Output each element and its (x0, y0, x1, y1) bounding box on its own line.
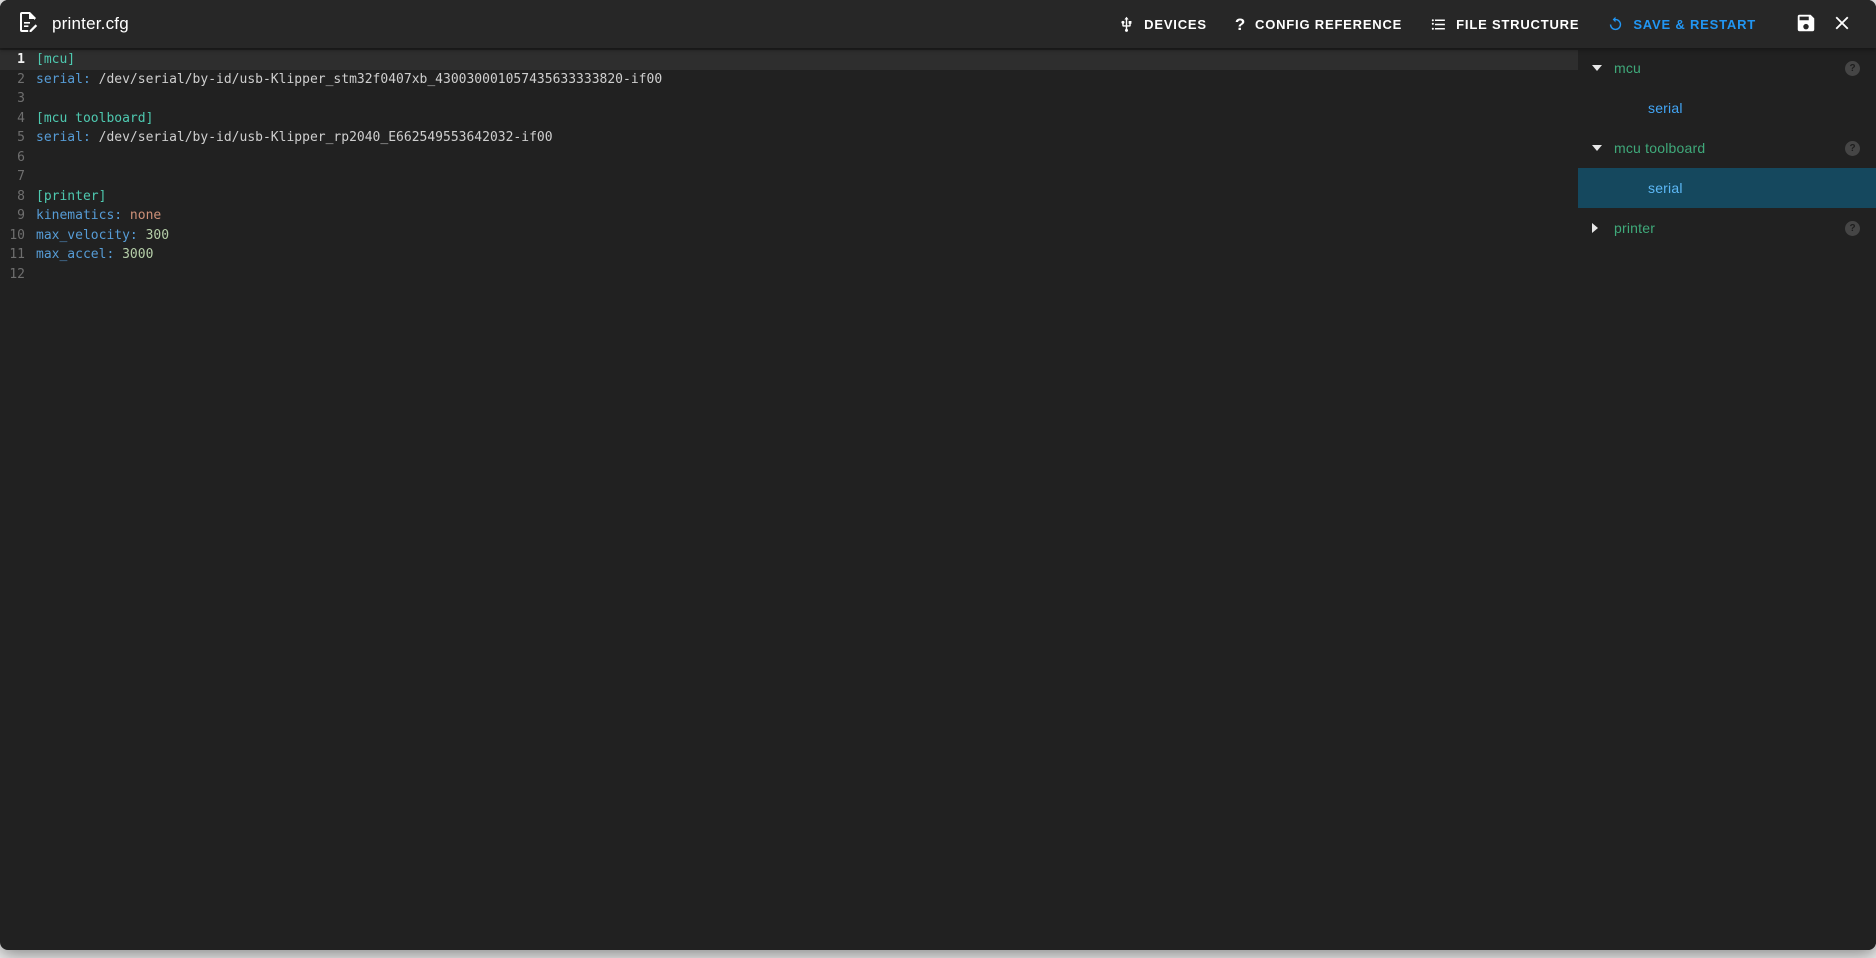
caret-box[interactable] (1592, 145, 1614, 151)
config-reference-button-label: CONFIG REFERENCE (1255, 17, 1402, 32)
code-line[interactable]: 12 (0, 265, 1578, 285)
help-circle-icon[interactable]: ? (1845, 141, 1860, 156)
code-line-text[interactable]: serial: /dev/serial/by-id/usb-Klipper_rp… (30, 128, 553, 148)
code-token: serial: (36, 130, 91, 145)
code-line-text[interactable] (30, 265, 44, 285)
caret-box[interactable] (1592, 65, 1614, 71)
code-line-text[interactable]: serial: /dev/serial/by-id/usb-Klipper_st… (30, 70, 662, 90)
line-number: 7 (0, 167, 30, 187)
code-token: 300 (138, 228, 169, 243)
devices-button-label: DEVICES (1144, 17, 1207, 32)
tree-item-mcu[interactable]: mcu ? (1578, 48, 1876, 88)
tree-item-label: mcu toolboard (1614, 140, 1705, 156)
main-content: 1 [mcu] 2 serial: /dev/serial/by-id/usb-… (0, 48, 1876, 950)
code-token: [mcu toolboard] (36, 111, 153, 126)
code-line-text[interactable]: max_accel: 3000 (30, 245, 153, 265)
tree-item-printer[interactable]: printer ? (1578, 208, 1876, 248)
caret-box[interactable] (1592, 223, 1614, 233)
line-number: 4 (0, 109, 30, 129)
line-number: 9 (0, 206, 30, 226)
config-editor-dialog: printer.cfg DEVICES ? CONFIG REFERENCE (0, 0, 1876, 950)
close-icon (1831, 12, 1853, 37)
usb-icon (1118, 16, 1135, 33)
page-title: printer.cfg (52, 14, 129, 34)
code-token: serial: (36, 72, 91, 87)
code-token: none (122, 208, 161, 223)
code-editor[interactable]: 1 [mcu] 2 serial: /dev/serial/by-id/usb-… (0, 48, 1578, 950)
code-token: max_accel: (36, 247, 114, 262)
file-structure-button[interactable]: FILE STRUCTURE (1416, 6, 1593, 42)
code-line[interactable]: 9 kinematics: none (0, 206, 1578, 226)
file-structure-button-label: FILE STRUCTURE (1456, 17, 1579, 32)
devices-button[interactable]: DEVICES (1104, 6, 1221, 42)
tree-item-label: serial (1648, 180, 1683, 196)
tree-item-label: serial (1648, 100, 1683, 116)
restart-icon (1607, 16, 1624, 33)
tree-item-label: printer (1614, 220, 1655, 236)
code-token: [mcu] (36, 52, 75, 67)
code-token: /dev/serial/by-id/usb-Klipper_stm32f0407… (91, 72, 662, 87)
save-icon (1795, 12, 1817, 37)
close-button[interactable] (1824, 6, 1860, 42)
chevron-down-icon[interactable] (1592, 145, 1602, 151)
code-line-text[interactable]: [mcu] (30, 50, 75, 70)
help-icon: ? (1235, 16, 1246, 33)
code-line-text[interactable] (30, 148, 44, 168)
save-restart-button-label: SAVE & RESTART (1633, 17, 1756, 32)
line-number: 6 (0, 148, 30, 168)
code-line[interactable]: 8 [printer] (0, 187, 1578, 207)
line-number: 1 (0, 50, 30, 70)
code-line[interactable]: 6 (0, 148, 1578, 168)
help-circle-icon[interactable]: ? (1845, 61, 1860, 76)
line-number: 2 (0, 70, 30, 90)
save-restart-button[interactable]: SAVE & RESTART (1593, 6, 1770, 42)
tree-item-label: mcu (1614, 60, 1641, 76)
code-line[interactable]: 2 serial: /dev/serial/by-id/usb-Klipper_… (0, 70, 1578, 90)
code-token: kinematics: (36, 208, 122, 223)
chevron-right-icon[interactable] (1592, 223, 1598, 233)
line-number: 8 (0, 187, 30, 207)
code-line[interactable]: 10 max_velocity: 300 (0, 226, 1578, 246)
code-line[interactable]: 1 [mcu] (0, 50, 1578, 70)
line-number: 5 (0, 128, 30, 148)
code-token: 3000 (114, 247, 153, 262)
code-line-text[interactable] (30, 89, 44, 109)
save-button[interactable] (1788, 6, 1824, 42)
code-token: /dev/serial/by-id/usb-Klipper_rp2040_E66… (91, 130, 553, 145)
config-reference-button[interactable]: ? CONFIG REFERENCE (1221, 6, 1416, 42)
file-structure-sidebar: mcu ? serial ? mcu toolboard ? serial ? … (1578, 48, 1876, 950)
code-line-text[interactable]: [mcu toolboard] (30, 109, 153, 129)
code-line-text[interactable]: [printer] (30, 187, 106, 207)
code-line[interactable]: 5 serial: /dev/serial/by-id/usb-Klipper_… (0, 128, 1578, 148)
line-number: 11 (0, 245, 30, 265)
file-title-group: printer.cfg (16, 10, 129, 39)
tree-item-mcu-toolboard[interactable]: mcu toolboard ? (1578, 128, 1876, 168)
file-edit-icon (16, 10, 40, 39)
code-token: max_velocity: (36, 228, 138, 243)
line-number: 3 (0, 89, 30, 109)
code-line[interactable]: 4 [mcu toolboard] (0, 109, 1578, 129)
line-number: 10 (0, 226, 30, 246)
help-circle-icon[interactable]: ? (1845, 221, 1860, 236)
top-app-bar: printer.cfg DEVICES ? CONFIG REFERENCE (0, 0, 1876, 48)
code-line-text[interactable] (30, 167, 44, 187)
line-number: 12 (0, 265, 30, 285)
code-line[interactable]: 11 max_accel: 3000 (0, 245, 1578, 265)
code-line[interactable]: 7 (0, 167, 1578, 187)
code-line[interactable]: 3 (0, 89, 1578, 109)
code-token: [printer] (36, 189, 106, 204)
code-line-text[interactable]: kinematics: none (30, 206, 161, 226)
chevron-down-icon[interactable] (1592, 65, 1602, 71)
toolbar-actions: DEVICES ? CONFIG REFERENCE FILE STRUCTUR… (1104, 6, 1860, 42)
tree-item-serial[interactable]: serial ? (1578, 168, 1876, 208)
tree-item-serial[interactable]: serial ? (1578, 88, 1876, 128)
code-line-text[interactable]: max_velocity: 300 (30, 226, 169, 246)
list-icon (1430, 16, 1447, 33)
